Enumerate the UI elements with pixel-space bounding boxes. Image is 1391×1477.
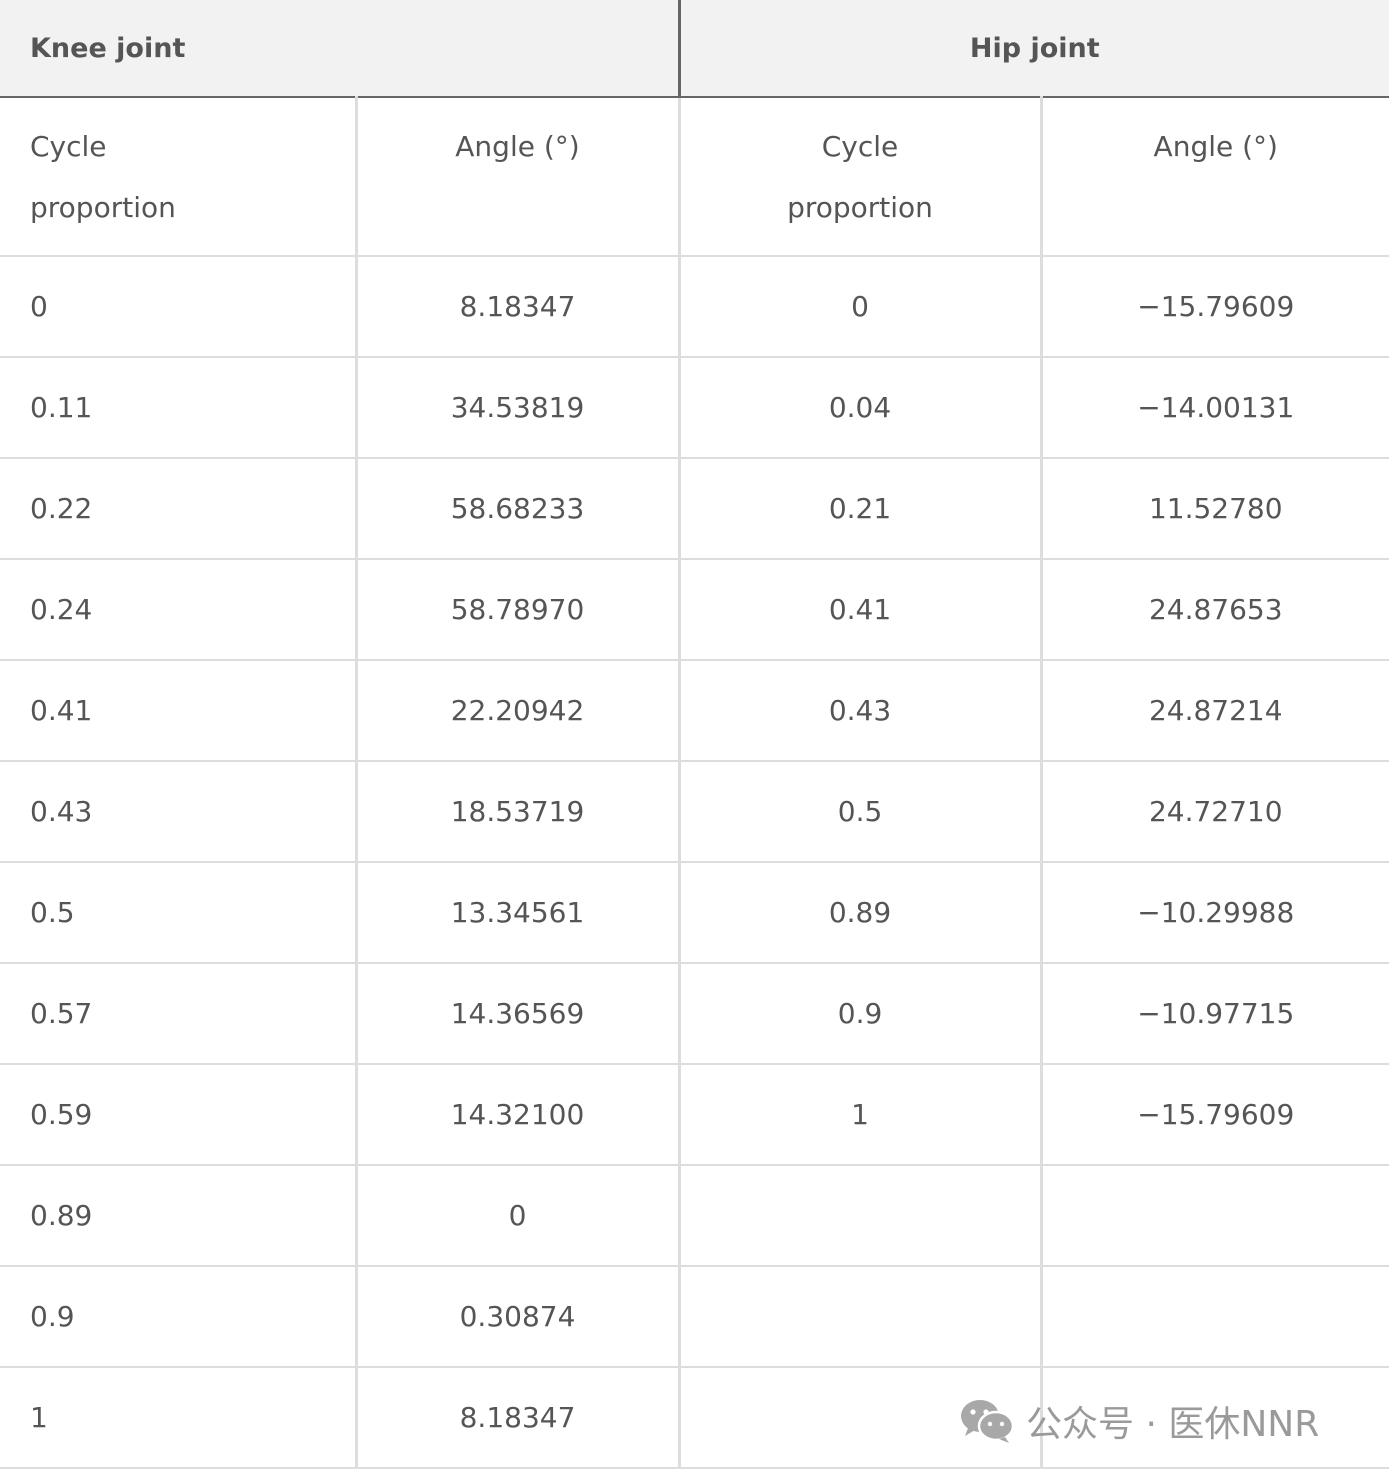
knee-cycle-cell: 0.59 <box>0 1064 358 1166</box>
subheader-knee-cycle: Cycle proportion <box>0 97 358 257</box>
table-row: 0.5 13.34561 0.89 −10.29988 <box>0 862 1390 964</box>
knee-angle-cell: 0.30874 <box>356 1266 681 1368</box>
subheader-knee-angle: Angle (°) <box>356 97 681 257</box>
hip-angle-cell <box>1041 1266 1390 1368</box>
group-header-knee: Knee joint <box>0 0 681 98</box>
table-row: 0.57 14.36569 0.9 −10.97715 <box>0 963 1390 1065</box>
table-body: Cycle proportion Angle (°) Cycle proportio… <box>0 97 1390 1469</box>
knee-angle-cell: 14.36569 <box>356 963 681 1065</box>
hip-cycle-cell <box>679 1165 1043 1267</box>
knee-cycle-cell: 1 <box>0 1367 358 1469</box>
subheader-hip-angle: Angle (°) <box>1041 97 1390 257</box>
group-header-row: Knee joint Hip joint <box>0 0 1390 98</box>
knee-cycle-cell: 0.24 <box>0 559 358 661</box>
knee-cycle-cell: 0.43 <box>0 761 358 863</box>
table-row: 0.11 34.53819 0.04 −14.00131 <box>0 357 1390 459</box>
knee-cycle-cell: 0.57 <box>0 963 358 1065</box>
watermark: 公众号 · 医休NNR <box>960 1396 1319 1446</box>
subheader-hip-cycle: Cycle proportion <box>679 97 1043 257</box>
hip-angle-cell: 11.52780 <box>1041 458 1390 560</box>
hip-angle-cell: 24.87214 <box>1041 660 1390 762</box>
table-row: 0.41 22.20942 0.43 24.87214 <box>0 660 1390 762</box>
table-row: 0.9 0.30874 <box>0 1266 1390 1368</box>
hip-angle-cell: −15.79609 <box>1041 256 1390 358</box>
wechat-icon <box>960 1398 1014 1444</box>
watermark-text: 公众号 · 医休NNR <box>1026 1404 1320 1445</box>
table-row: 0.89 0 <box>0 1165 1390 1267</box>
table-row: 0.24 58.78970 0.41 24.87653 <box>0 559 1390 661</box>
hip-cycle-cell: 0.9 <box>679 963 1043 1065</box>
knee-angle-cell: 14.32100 <box>356 1064 681 1166</box>
hip-cycle-cell: 0.41 <box>679 559 1043 661</box>
knee-angle-cell: 58.78970 <box>356 559 681 661</box>
knee-angle-cell: 18.53719 <box>356 761 681 863</box>
subheader-row: Cycle proportion Angle (°) Cycle proportio… <box>0 97 1390 257</box>
hip-cycle-cell: 1 <box>679 1064 1043 1166</box>
hip-angle-cell: −10.29988 <box>1041 862 1390 964</box>
table-row: 0.22 58.68233 0.21 11.52780 <box>0 458 1390 560</box>
knee-cycle-cell: 0.41 <box>0 660 358 762</box>
hip-angle-cell: 24.87653 <box>1041 559 1390 661</box>
table-row: 0.43 18.53719 0.5 24.72710 <box>0 761 1390 863</box>
knee-cycle-cell: 0.9 <box>0 1266 358 1368</box>
knee-cycle-cell: 0.11 <box>0 357 358 459</box>
knee-angle-cell: 22.20942 <box>356 660 681 762</box>
knee-angle-cell: 13.34561 <box>356 862 681 964</box>
table-row: 0.59 14.32100 1 −15.79609 <box>0 1064 1390 1166</box>
knee-angle-cell: 8.18347 <box>356 256 681 358</box>
knee-angle-cell: 34.53819 <box>356 357 681 459</box>
hip-cycle-cell <box>679 1266 1043 1368</box>
hip-angle-cell: −10.97715 <box>1041 963 1390 1065</box>
hip-angle-cell: 24.72710 <box>1041 761 1390 863</box>
hip-cycle-cell: 0.43 <box>679 660 1043 762</box>
hip-cycle-cell: 0.89 <box>679 862 1043 964</box>
hip-angle-cell: −14.00131 <box>1041 357 1390 459</box>
hip-cycle-cell: 0 <box>679 256 1043 358</box>
knee-cycle-cell: 0.89 <box>0 1165 358 1267</box>
knee-angle-cell: 0 <box>356 1165 681 1267</box>
hip-cycle-cell: 0.21 <box>679 458 1043 560</box>
knee-cycle-cell: 0.22 <box>0 458 358 560</box>
joint-angle-table: Knee joint Hip joint Cycle proportion Ang… <box>0 0 1390 1469</box>
knee-angle-cell: 8.18347 <box>356 1367 681 1469</box>
knee-cycle-cell: 0 <box>0 256 358 358</box>
hip-angle-cell: −15.79609 <box>1041 1064 1390 1166</box>
hip-cycle-cell: 0.04 <box>679 357 1043 459</box>
table-row: 0 8.18347 0 −15.79609 <box>0 256 1390 358</box>
hip-angle-cell <box>1041 1165 1390 1267</box>
knee-angle-cell: 58.68233 <box>356 458 681 560</box>
group-header-hip: Hip joint <box>679 0 1390 98</box>
knee-cycle-cell: 0.5 <box>0 862 358 964</box>
hip-cycle-cell: 0.5 <box>679 761 1043 863</box>
